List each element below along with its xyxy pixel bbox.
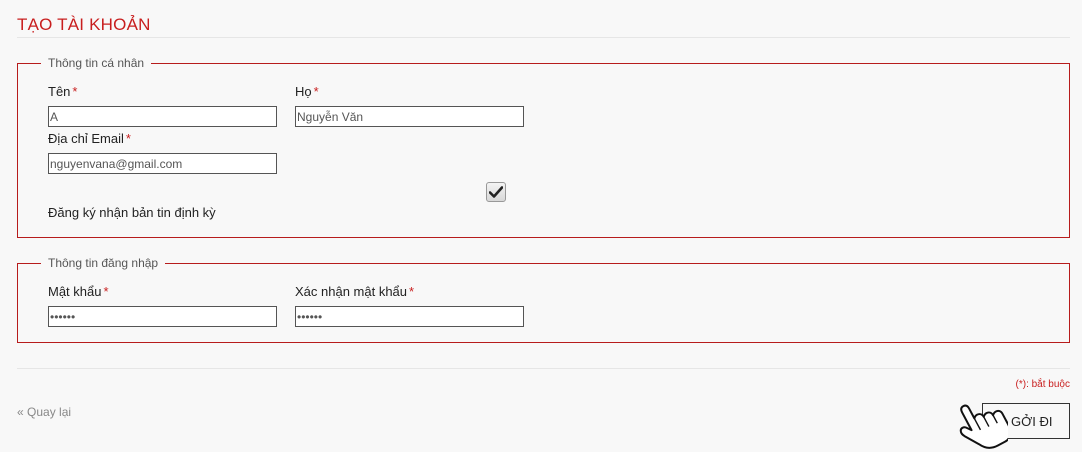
required-mark: *: [313, 84, 319, 99]
password-label-text: Mật khẩu: [48, 284, 102, 299]
page-title: TẠO TÀI KHOẢN: [17, 15, 151, 34]
back-link[interactable]: « Quay lại: [17, 405, 71, 419]
first-name-input[interactable]: [48, 106, 277, 127]
email-input[interactable]: [48, 153, 277, 174]
required-note: (*): bắt buộc: [1015, 379, 1070, 390]
required-mark: *: [72, 84, 78, 99]
checkmark-icon: [489, 186, 503, 198]
confirm-password-label-text: Xác nhận mật khẩu: [295, 284, 408, 299]
title-divider: [17, 37, 1070, 38]
personal-info-fieldset: Thông tin cá nhân Tên* Họ* Địa chỉ Email…: [17, 56, 1070, 238]
newsletter-label: Đăng ký nhận bản tin định kỳ: [48, 205, 216, 220]
confirm-password-input[interactable]: [295, 306, 524, 327]
email-label: Địa chỉ Email *: [48, 131, 131, 147]
last-name-label-text: Họ: [295, 84, 312, 99]
email-label-text: Địa chỉ Email: [48, 131, 124, 146]
hand-pointer-icon: [959, 404, 1008, 449]
last-name-label: Họ *: [295, 84, 319, 100]
required-mark: *: [103, 284, 109, 299]
required-mark: *: [409, 284, 415, 299]
confirm-password-label: Xác nhận mật khẩu *: [295, 284, 414, 300]
password-input[interactable]: [48, 306, 277, 327]
login-info-fieldset: Thông tin đăng nhập Mật khẩu* Xác nhận m…: [17, 256, 1070, 343]
required-mark: *: [125, 131, 131, 146]
last-name-input[interactable]: [295, 106, 524, 127]
first-name-label: Tên *: [48, 84, 77, 100]
first-name-label-text: Tên: [48, 84, 71, 99]
footer-divider: [17, 368, 1070, 369]
login-info-legend: Thông tin đăng nhập: [41, 256, 166, 271]
password-label: Mật khẩu *: [48, 284, 109, 300]
newsletter-checkbox[interactable]: [486, 182, 506, 202]
personal-info-legend: Thông tin cá nhân: [41, 56, 152, 71]
